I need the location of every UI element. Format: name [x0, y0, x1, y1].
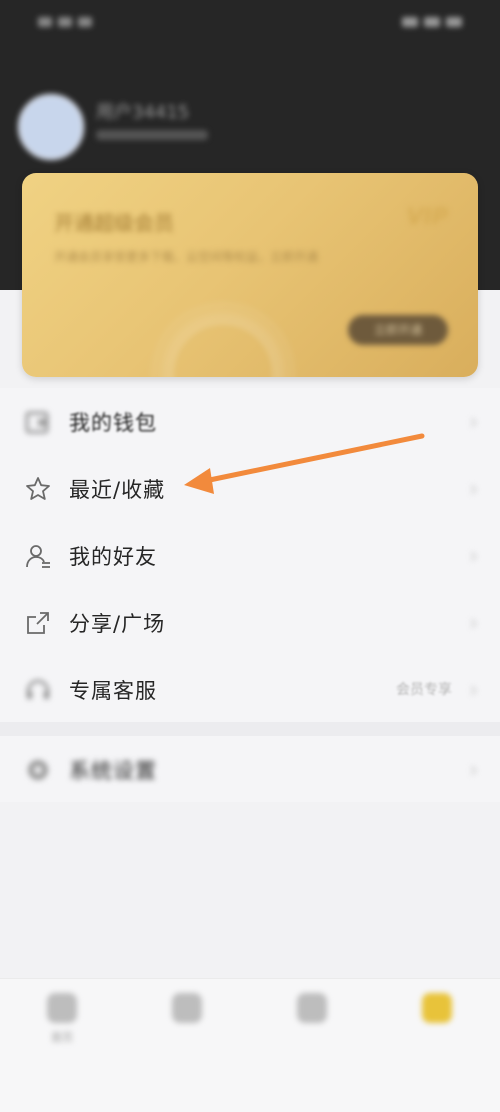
vip-title: 开通超级会员: [54, 211, 174, 235]
vip-open-button[interactable]: 立即开通: [348, 315, 448, 345]
chevron-right-icon: ›: [469, 477, 478, 502]
tab-profile[interactable]: [407, 993, 467, 1053]
menu-item-customer-service[interactable]: 专属客服 会员专享 ›: [0, 656, 500, 722]
menu-item-label: 专属客服: [69, 679, 157, 703]
status-left: [38, 12, 138, 27]
friends-icon: [24, 542, 52, 570]
tab-home[interactable]: 首页: [32, 993, 92, 1053]
tab-chat[interactable]: [157, 993, 217, 1053]
vip-decoration: [172, 323, 274, 377]
chevron-right-icon: ›: [469, 544, 478, 569]
chevron-right-icon: ›: [469, 611, 478, 636]
menu-item-label: 分享/广场: [69, 612, 166, 636]
tab-discover[interactable]: [282, 993, 342, 1053]
menu-item-settings[interactable]: 系统设置 ›: [0, 736, 500, 802]
member-exclusive-tag: 会员专享: [396, 682, 452, 698]
chevron-right-icon: ›: [469, 758, 478, 783]
profile-icon: [422, 993, 452, 1023]
profile-block[interactable]: 用户34415: [18, 94, 318, 160]
chevron-right-icon: ›: [469, 410, 478, 435]
status-right: [342, 12, 462, 27]
home-icon: [47, 993, 77, 1023]
status-bar: [0, 0, 500, 36]
menu-item-recent-favorites[interactable]: 最近/收藏 ›: [0, 455, 500, 521]
tab-label: 首页: [51, 1031, 73, 1044]
discover-icon: [297, 993, 327, 1023]
wallet-icon: [24, 408, 52, 436]
vip-badge: VIP: [406, 205, 448, 230]
vip-card[interactable]: 开通超级会员 VIP 开通会员享受更多下载、云空间等权益，立即开通 立即开通: [22, 173, 478, 377]
gear-icon: [24, 756, 52, 784]
bottom-tab-bar: 首页: [0, 978, 500, 1112]
section-divider: [0, 722, 500, 736]
profile-subtitle: [96, 130, 208, 140]
share-icon: [24, 609, 52, 637]
star-icon: [24, 475, 52, 503]
chevron-right-icon: ›: [469, 678, 478, 703]
menu-item-label: 最近/收藏: [69, 478, 166, 502]
profile-name: 用户34415: [96, 102, 190, 123]
menu-item-label: 我的钱包: [69, 411, 157, 435]
headset-icon: [24, 676, 52, 704]
vip-description: 开通会员享受更多下载、云空间等权益，立即开通: [54, 250, 319, 264]
menu-item-label: 我的好友: [69, 545, 157, 569]
avatar[interactable]: [18, 94, 84, 160]
settings-label: 系统设置: [69, 759, 157, 783]
menu-item-share-square[interactable]: 分享/广场 ›: [0, 589, 500, 655]
menu-item-wallet[interactable]: 我的钱包 ›: [0, 388, 500, 454]
chat-icon: [172, 993, 202, 1023]
menu-item-friends[interactable]: 我的好友 ›: [0, 522, 500, 588]
menu-list: 我的钱包 › 最近/收藏 › 我的好友 › 分享/广场 › 专属客服 会员专享 …: [0, 388, 500, 722]
